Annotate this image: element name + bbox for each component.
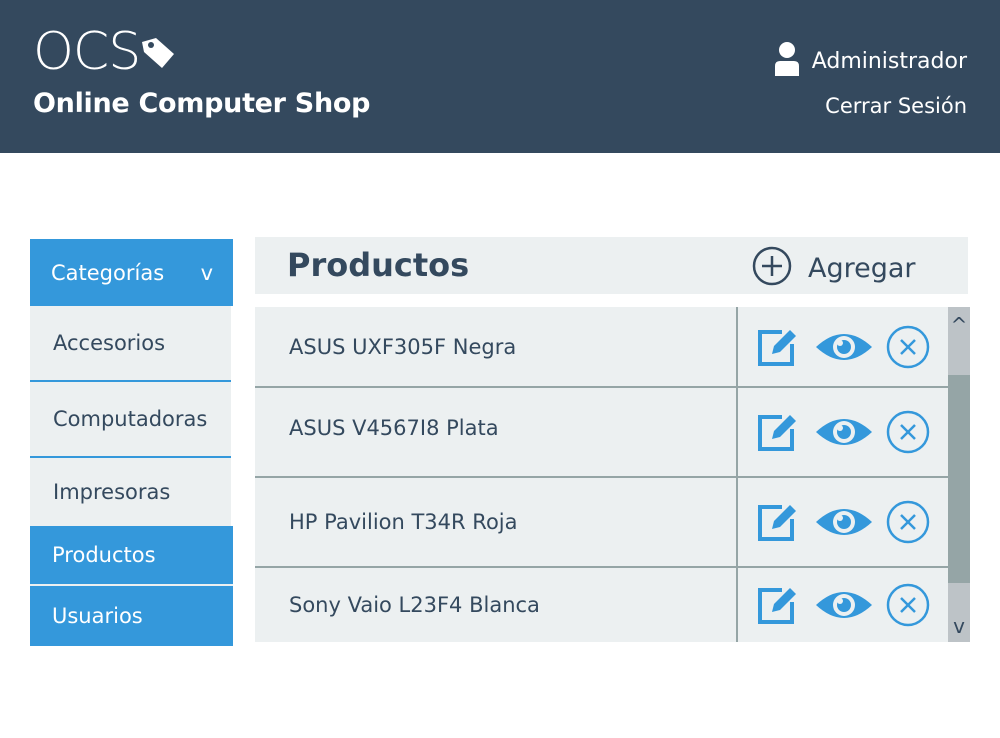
product-name: ASUS UXF305F Negra: [255, 307, 738, 386]
table-scrollbar[interactable]: ^ v: [948, 307, 970, 642]
row-actions: [738, 568, 948, 642]
sidebar-item-productos[interactable]: Productos: [30, 526, 233, 586]
eye-icon[interactable]: [814, 587, 874, 623]
row-actions: [738, 307, 948, 386]
sidebar-item-computadoras[interactable]: Computadoras: [30, 382, 231, 458]
logo[interactable]: OCS: [33, 26, 178, 78]
row-actions: [738, 388, 948, 476]
content-header: Productos Agregar: [255, 237, 968, 294]
plus-circle-icon: [752, 246, 792, 290]
scroll-thumb[interactable]: [948, 375, 970, 583]
add-label: Agregar: [808, 252, 916, 284]
chevron-down-icon: v: [200, 260, 213, 285]
table-row: Sony Vaio L23F4 Blanca: [255, 568, 948, 642]
user-name: Administrador: [811, 48, 967, 74]
categories-label: Categorías: [51, 260, 165, 285]
edit-icon[interactable]: [756, 501, 798, 543]
logout-link[interactable]: Cerrar Sesión: [774, 94, 967, 118]
edit-icon[interactable]: [756, 584, 798, 626]
user-icon: [774, 42, 800, 80]
logo-text: OCS: [33, 22, 141, 82]
price-tag-icon: [138, 34, 178, 74]
table-row: ASUS UXF305F Negra: [255, 307, 948, 388]
eye-icon[interactable]: [814, 329, 874, 365]
close-circle-icon[interactable]: [886, 583, 930, 627]
table-row: HP Pavilion T34R Roja: [255, 478, 948, 568]
close-circle-icon[interactable]: [886, 325, 930, 369]
scroll-down-arrow-icon[interactable]: v: [948, 614, 970, 638]
edit-icon[interactable]: [756, 411, 798, 453]
edit-icon[interactable]: [756, 326, 798, 368]
table-row: ASUS V4567I8 Plata: [255, 388, 948, 478]
product-name: ASUS V4567I8 Plata: [255, 388, 738, 476]
user-area: Administrador Cerrar Sesión: [774, 42, 967, 118]
sidebar-item-accesorios[interactable]: Accesorios: [30, 306, 231, 382]
shop-name: Online Computer Shop: [33, 88, 371, 119]
sidebar: Categorías v Accesorios Computadoras Imp…: [30, 239, 233, 646]
product-name: HP Pavilion T34R Roja: [255, 478, 738, 566]
scroll-up-arrow-icon[interactable]: ^: [948, 313, 970, 337]
eye-icon[interactable]: [814, 504, 874, 540]
close-circle-icon[interactable]: [886, 500, 930, 544]
sidebar-item-usuarios[interactable]: Usuarios: [30, 586, 233, 646]
categories-dropdown[interactable]: Categorías v: [30, 239, 233, 306]
row-actions: [738, 478, 948, 566]
page-title: Productos: [287, 246, 470, 284]
close-circle-icon[interactable]: [886, 410, 930, 454]
eye-icon[interactable]: [814, 414, 874, 450]
add-button[interactable]: Agregar: [752, 246, 916, 290]
products-table: ASUS UXF305F Negra ASUS V4567I8 Plata HP…: [255, 307, 948, 642]
sidebar-item-impresoras[interactable]: Impresoras: [30, 458, 231, 526]
app-header: OCS Online Computer Shop Administrador C…: [0, 0, 1000, 153]
product-name: Sony Vaio L23F4 Blanca: [255, 568, 738, 642]
